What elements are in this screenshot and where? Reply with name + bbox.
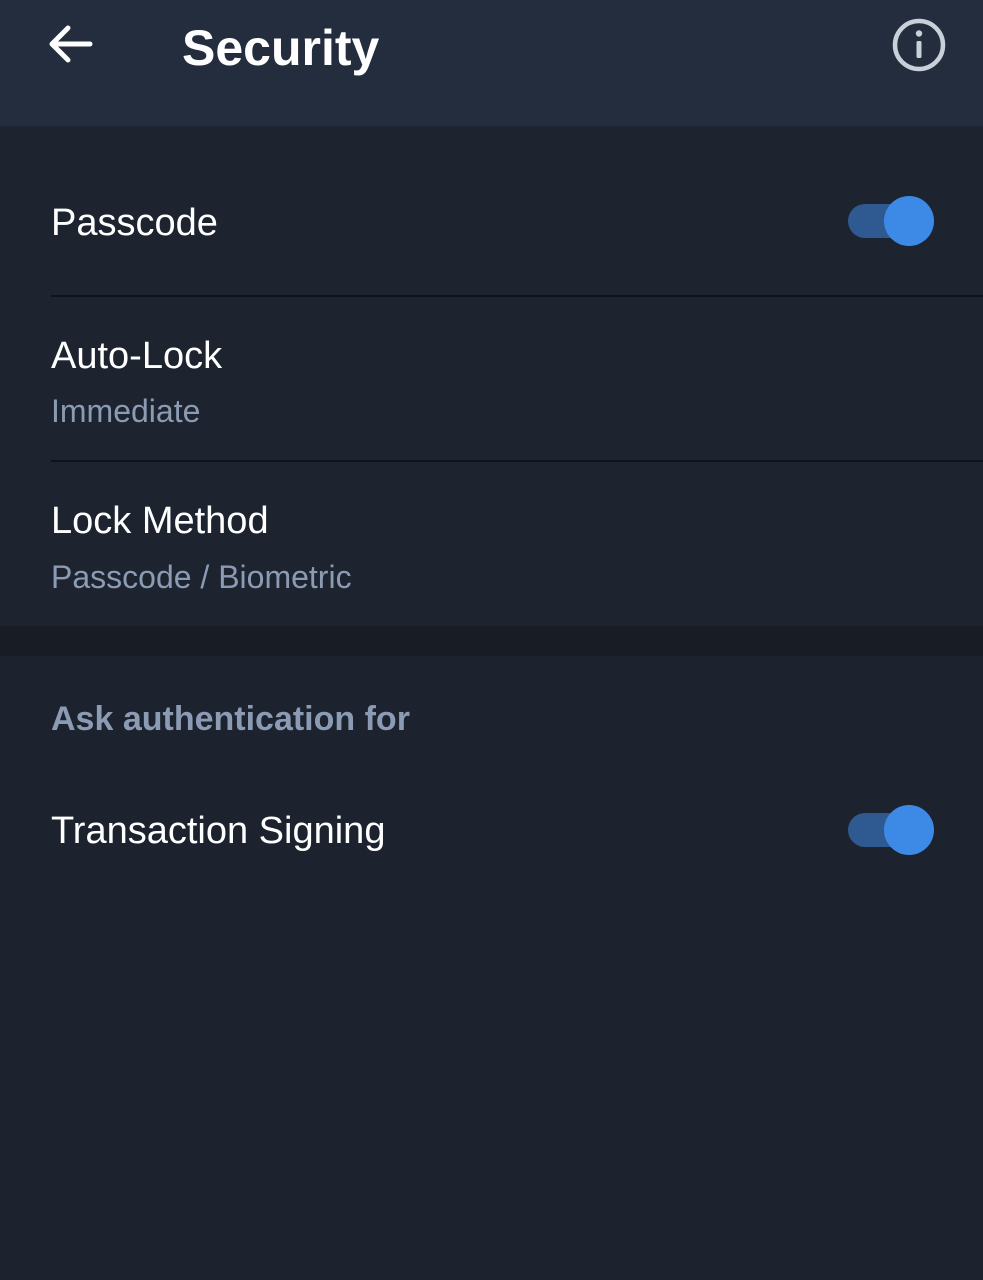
lock-method-row[interactable]: Lock Method Passcode / Biometric <box>0 462 983 626</box>
transaction-signing-toggle[interactable] <box>846 803 936 857</box>
transaction-signing-label: Transaction Signing <box>51 810 386 852</box>
section-separator <box>0 626 983 656</box>
security-settings-card: Passcode Auto-Lock Immediate Lock Method… <box>0 126 983 626</box>
security-screen: Security Passcode Auto-Lock Immediate Lo… <box>0 0 983 1280</box>
lock-method-value: Passcode / Biometric <box>51 559 352 595</box>
passcode-toggle[interactable] <box>846 194 936 248</box>
ask-auth-section-title: Ask authentication for <box>51 700 410 738</box>
auto-lock-value: Immediate <box>51 393 201 429</box>
info-circle-icon <box>892 18 946 72</box>
back-button[interactable] <box>40 14 100 74</box>
passcode-row[interactable]: Passcode <box>0 126 983 296</box>
auto-lock-label: Auto-Lock <box>51 335 223 377</box>
toggle-knob <box>884 196 934 246</box>
auto-lock-row[interactable]: Auto-Lock Immediate <box>0 297 983 461</box>
app-bar: Security <box>0 0 983 126</box>
page-title: Security <box>182 20 380 76</box>
arrow-left-icon <box>49 25 93 63</box>
info-button[interactable] <box>890 16 948 74</box>
passcode-label: Passcode <box>51 202 218 244</box>
transaction-signing-row[interactable]: Transaction Signing <box>0 770 983 890</box>
lock-method-label: Lock Method <box>51 500 269 542</box>
toggle-knob <box>884 805 934 855</box>
